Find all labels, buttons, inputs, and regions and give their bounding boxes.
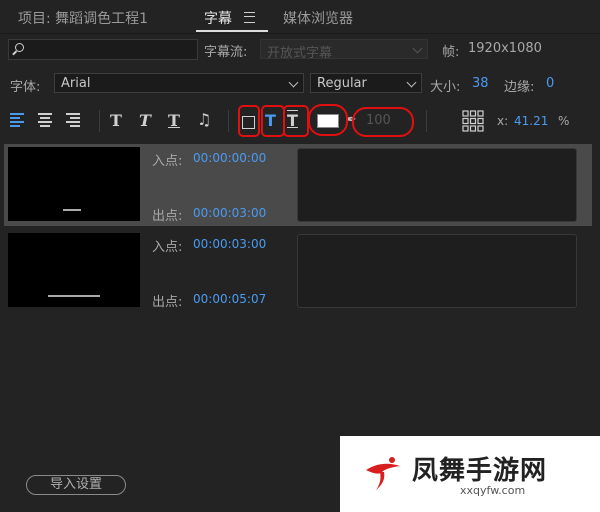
music-note-icon[interactable]: ♫	[197, 110, 211, 129]
tab-project[interactable]: 项目: 舞蹈调色工程1	[18, 8, 148, 28]
search-icon	[15, 43, 24, 52]
caption-text-field[interactable]	[297, 148, 577, 222]
caption-row[interactable]: 入点: 00:00:03:00 出点: 00:00:05:07	[4, 230, 592, 312]
out-point-time[interactable]: 00:00:03:00	[193, 206, 266, 220]
panel-tab-bar: 项目: 舞蹈调色工程1 字幕 媒体浏览器	[0, 0, 600, 34]
x-unit: %	[558, 114, 570, 128]
caption-thumbnail	[8, 233, 140, 307]
caption-thumbnail	[8, 147, 140, 221]
out-point-label: 出点:	[152, 209, 183, 224]
thumbnail-text-line	[63, 209, 81, 211]
annotation-mark	[308, 104, 348, 136]
frame-value: 1920x1080	[468, 41, 542, 56]
font-style-select[interactable]: Regular	[310, 73, 422, 93]
out-point-label: 出点:	[152, 295, 183, 310]
frame-label: 帧:	[442, 45, 460, 60]
watermark-logo-icon	[366, 457, 400, 490]
import-settings-button[interactable]: 导入设置	[26, 475, 126, 495]
caption-stream-select: 开放式字幕	[260, 39, 428, 61]
out-point-time[interactable]: 00:00:05:07	[193, 292, 266, 306]
position-grid-icon[interactable]	[462, 110, 484, 132]
font-family-value: Arial	[61, 76, 91, 91]
chevron-down-icon	[406, 77, 417, 88]
font-family-select[interactable]: Arial	[54, 73, 304, 93]
tab-divider	[0, 33, 600, 34]
bold-icon[interactable]: T	[110, 111, 122, 130]
active-tab-indicator	[196, 30, 268, 32]
watermark-url: xxqyfw.com	[460, 484, 526, 497]
underline-icon[interactable]: T	[168, 111, 180, 130]
x-label: x:	[497, 114, 509, 128]
tab-media-browser[interactable]: 媒体浏览器	[283, 8, 353, 28]
edge-label: 边缘:	[504, 80, 535, 95]
in-point-label: 入点:	[152, 154, 183, 169]
font-style-value: Regular	[317, 76, 367, 91]
size-label: 大小:	[430, 80, 461, 95]
caption-stream-value: 开放式字幕	[267, 46, 333, 61]
toolbar-separator	[99, 110, 100, 132]
align-right-icon[interactable]	[66, 113, 80, 127]
edge-value[interactable]: 0	[546, 76, 554, 91]
annotation-mark	[283, 105, 309, 137]
in-point-time[interactable]: 00:00:03:00	[193, 237, 266, 251]
annotation-mark	[352, 107, 414, 137]
watermark-name: 凤舞手游网	[412, 456, 548, 486]
panel-menu-icon[interactable]	[244, 12, 255, 23]
annotation-mark	[261, 105, 285, 137]
annotation-mark	[238, 105, 260, 137]
align-left-icon[interactable]	[10, 113, 24, 127]
size-value[interactable]: 38	[472, 76, 489, 91]
in-point-time[interactable]: 00:00:00:00	[193, 151, 266, 165]
tab-captions[interactable]: 字幕	[204, 8, 232, 28]
x-value[interactable]: 41.21	[514, 114, 548, 128]
align-center-icon[interactable]	[38, 113, 52, 127]
thumbnail-text-line	[48, 295, 100, 297]
caption-stream-label: 字幕流:	[204, 45, 248, 60]
search-input[interactable]	[8, 39, 198, 60]
italic-icon[interactable]: T	[139, 111, 151, 130]
chevron-down-icon	[412, 43, 423, 54]
caption-row[interactable]: 入点: 00:00:00:00 出点: 00:00:03:00	[4, 144, 592, 226]
toolbar-separator	[228, 110, 229, 132]
caption-text-field[interactable]	[297, 234, 577, 308]
in-point-label: 入点:	[152, 240, 183, 255]
toolbar-separator	[426, 110, 427, 132]
font-label: 字体:	[10, 80, 41, 95]
chevron-down-icon	[288, 77, 299, 88]
watermark: 凤舞手游网 xxqyfw.com	[340, 436, 600, 512]
